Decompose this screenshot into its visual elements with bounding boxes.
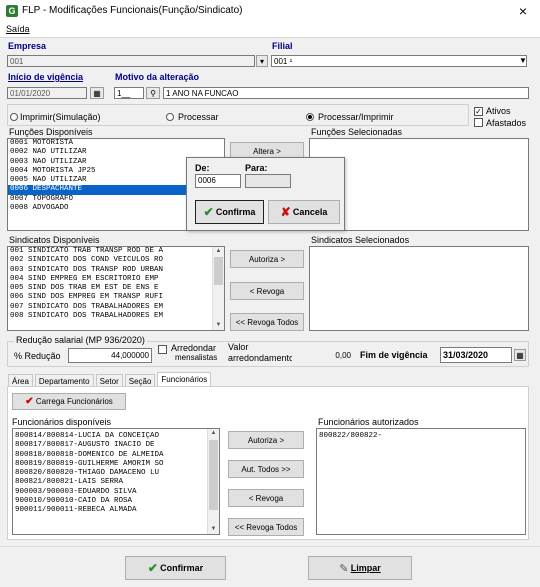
func-autoriza-button[interactable]: Autoriza > [228, 431, 304, 449]
empresa-label: Empresa [8, 41, 47, 51]
tab-bar: Área Departamento Setor Seção Funcionários [8, 371, 212, 387]
menu-bar [0, 22, 540, 38]
de-field[interactable]: 0006 [195, 174, 241, 188]
arredondar-checkbox[interactable] [158, 345, 167, 354]
motivo-code-field[interactable]: 1__ [114, 87, 144, 99]
motivo-label: Motivo da alteração [115, 72, 200, 82]
vigencia-field[interactable]: 01/01/2020 [7, 87, 87, 99]
pct-reducao-label: % Redução [14, 351, 61, 361]
sindicato-list-item[interactable]: 004 SIND EMPREG EM ESCRITORIO EMP [8, 275, 212, 284]
filial-dropdown-icon[interactable]: ▼ [518, 55, 528, 67]
funcionario-list-item[interactable]: 900003/900003-EDUARDO SILVA [13, 488, 207, 497]
app-icon: G [6, 5, 18, 17]
red-check-icon: ✔ [25, 396, 34, 407]
funcionario-list-item[interactable]: 800818/800818-DOMENICO DE ALMEIDA [13, 451, 207, 460]
de-label: De: [195, 163, 210, 173]
confirma-button[interactable]: ✔ Confirma [195, 200, 264, 224]
window-title: FLP - Modificações Funcionais(Função/Sin… [22, 5, 243, 16]
funcoes-disponiveis-label: Funções Disponíveis [9, 127, 93, 137]
sind-revoga-todos-button[interactable]: << Revoga Todos [230, 313, 304, 331]
ativos-label: Ativos [486, 106, 511, 116]
valor-field[interactable]: 0,00 [292, 348, 354, 363]
sindicato-list-item[interactable]: 001 SINDICATO TRAB TRANSP ROD DE A [8, 247, 212, 256]
check-icon: ✔ [147, 561, 158, 575]
confirmar-button[interactable]: ✔ Confirmar [125, 556, 226, 580]
funcionarios-disponiveis-label: Funcionários disponíveis [12, 417, 112, 427]
sindicato-list-item[interactable]: 007 SINDICATO DOS TRABALHADORES EM [8, 303, 212, 312]
binoculars-icon[interactable]: ⚲ [146, 87, 160, 99]
radio-imprimir[interactable] [10, 113, 18, 121]
fim-calendar-icon[interactable]: ▦ [514, 349, 526, 361]
empresa-dropdown-icon[interactable]: ▾ [256, 55, 268, 67]
tab-item[interactable]: Funcionários [157, 372, 212, 387]
reducao-group-label: Redução salarial (MP 936/2020) [14, 335, 147, 345]
valor-label-2: arredondamento [228, 353, 295, 363]
func-aut-todos-button[interactable]: Aut. Todos >> [228, 460, 304, 478]
arredondar-label-2: mensalistas [175, 353, 218, 362]
check-icon: ✔ [203, 205, 214, 219]
funcionario-list-item[interactable]: 900011/900011-REBECA ALMADA [13, 506, 207, 515]
funcionarios-autorizados-label: Funcionários autorizados [318, 417, 419, 427]
filial-label: Filial [272, 41, 293, 51]
sindicatos-list[interactable]: 001 SINDICATO TRAB TRANSP ROD DE A 002 SI… [7, 246, 225, 331]
funcionario-list-item[interactable]: 800821/800821-LAIS SERRA [13, 478, 207, 487]
funcionario-list-item[interactable]: 800819/800819-GUILHERME AMORIM SO [13, 460, 207, 469]
sind-autoriza-button[interactable]: Autoriza > [230, 250, 304, 268]
sindicatos-selecionados-label: Sindicatos Selecionados [311, 235, 410, 245]
close-icon[interactable]: × [515, 3, 531, 19]
sindicato-list-item[interactable]: 002 SINDICATO DOS COND VEICULOS RO [8, 256, 212, 265]
sindicato-list-item[interactable]: 006 SIND DOS EMPREG EM TRANSP RUFI [8, 293, 212, 302]
sindicato-list-item[interactable]: 008 SINDICATO DOS TRABALHADORES EM [8, 312, 212, 321]
funcionario-list-item[interactable]: 800817/800817-AUGUSTO INACIO DE [13, 441, 207, 450]
funcoes-selecionadas-label: Funções Selecionadas [311, 127, 403, 137]
processar-label: Processar [178, 112, 219, 122]
pct-reducao-field[interactable]: 44,000000 [68, 348, 152, 363]
valor-label-1: Valor [228, 342, 249, 352]
funcionarios-autorizados-list[interactable]: 800822/800822- [316, 428, 526, 535]
imprimir-label: Imprimir(Simulação) [20, 112, 101, 122]
motivo-text-field[interactable]: 1 ANO NA FUNCAO [163, 87, 529, 99]
afastados-label: Afastados [486, 118, 527, 128]
func-revoga-todos-button[interactable]: << Revoga Todos [228, 518, 304, 536]
fim-vigencia-field[interactable]: 31/03/2020 [440, 347, 512, 363]
empresa-field[interactable]: 001 [7, 55, 255, 67]
carrega-funcionarios-button[interactable]: ✔ Carrega Funcionários [12, 393, 126, 410]
x-icon: ✘ [280, 205, 291, 219]
menu-saida[interactable]: Saída [6, 24, 30, 34]
limpar-button[interactable]: ✎ Limpar [308, 556, 412, 580]
funcionarios-list[interactable]: 800814/800814-LÚCIA DA CONCEIÇÃO 800817/8… [12, 428, 220, 535]
ativos-checkbox[interactable]: ✓ [474, 107, 483, 116]
sindicato-list-item[interactable]: 005 SIND DOS TRAB EM EST DE ENS E [8, 284, 212, 293]
funcionario-list-item[interactable]: 900010/900010-CAIO DA ROSA [13, 497, 207, 506]
func-revoga-button[interactable]: < Revoga [228, 489, 304, 507]
eraser-icon: ✎ [339, 562, 349, 575]
sindicatos-selecionados-list[interactable] [309, 246, 529, 331]
funcionarios-scrollbar[interactable]: ▲ ▼ [207, 429, 219, 534]
sindicato-list-item[interactable]: 003 SINDICATO DOS TRANSP ROD URBAN [8, 266, 212, 275]
funcionario-list-item[interactable]: 800820/800820-THIAGO DAMACENO LU [13, 469, 207, 478]
para-label: Para: [245, 163, 268, 173]
calendar-icon[interactable]: ▦ [90, 87, 104, 99]
funcao-list-item[interactable]: 0001 MOTORISTA [8, 139, 224, 148]
sindicatos-disponiveis-label: Sindicatos Disponíveis [9, 235, 100, 245]
radio-processar-imprimir[interactable] [306, 113, 314, 121]
arredondar-label-1: Arredondar [171, 343, 217, 353]
afastados-checkbox[interactable] [474, 118, 483, 127]
fim-vigencia-label: Fim de vigência [360, 350, 428, 360]
vigencia-label: Início de vigência [8, 72, 84, 82]
cancela-button[interactable]: ✘ Cancela [268, 200, 340, 224]
processar-imprimir-label: Processar/Imprimir [318, 112, 394, 122]
para-field[interactable] [245, 174, 291, 188]
footer-bar [0, 546, 540, 587]
sind-revoga-button[interactable]: < Revoga [230, 282, 304, 300]
filial-field[interactable]: 001 ¹ [271, 55, 527, 67]
radio-processar[interactable] [166, 113, 174, 121]
autorizado-list-item[interactable]: 800822/800822- [317, 432, 525, 441]
funcionario-list-item[interactable]: 800814/800814-LÚCIA DA CONCEIÇÃO [13, 432, 207, 441]
sindicatos-scrollbar[interactable]: ▲ ▼ [212, 247, 224, 330]
